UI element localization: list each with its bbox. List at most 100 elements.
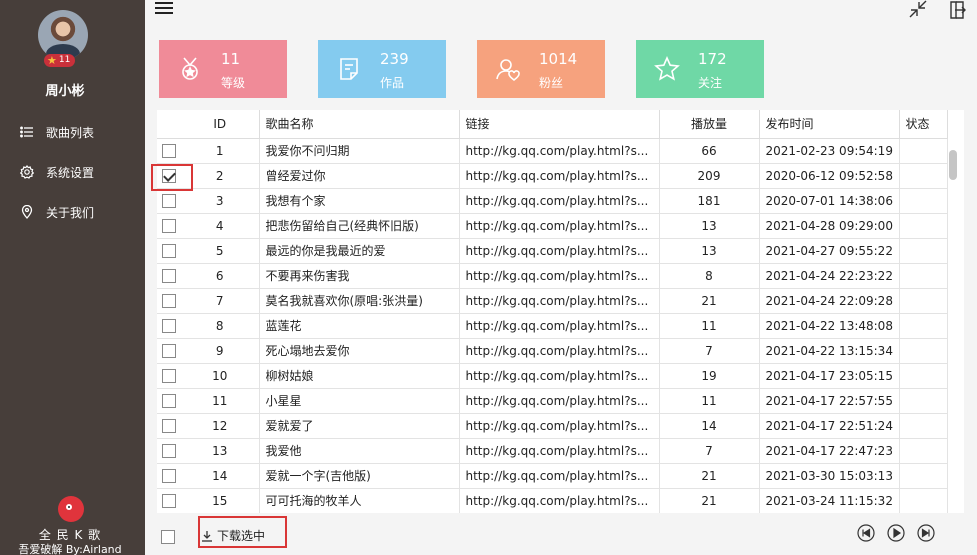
row-checkbox-cell xyxy=(157,263,181,289)
cell-link[interactable]: http://kg.qq.com/play.html?s... xyxy=(459,188,660,214)
cell-plays: 21 xyxy=(659,463,760,489)
cell-id: 11 xyxy=(181,388,260,414)
sidebar-item-settings[interactable]: 系统设置 xyxy=(0,152,145,192)
cell-song-name: 蓝莲花 xyxy=(259,313,460,339)
skip-previous-icon[interactable] xyxy=(857,524,875,542)
row-checkbox[interactable] xyxy=(162,168,176,183)
cell-link[interactable]: http://kg.qq.com/play.html?s... xyxy=(459,288,660,314)
table-row[interactable]: 10 柳树姑娘 http://kg.qq.com/play.html?s... 19 2… xyxy=(157,363,948,389)
table-row[interactable]: 4 把悲伤留给自己(经典怀旧版) http://kg.qq.com/play.htm… xyxy=(157,213,948,239)
row-checkbox[interactable] xyxy=(162,493,176,508)
row-checkbox-cell xyxy=(157,438,181,464)
header-id[interactable]: ID xyxy=(181,110,260,139)
cell-song-name: 爱就一个字(吉他版) xyxy=(259,463,460,489)
cell-status xyxy=(899,238,948,264)
row-checkbox[interactable] xyxy=(162,193,176,208)
table-row[interactable]: 13 我爱他 http://kg.qq.com/play.html?s... 7 202… xyxy=(157,438,948,464)
table-row[interactable]: 2 曾经爱过你 http://kg.qq.com/play.html?s... 209… xyxy=(157,163,948,189)
username: 周小彬 xyxy=(45,84,85,99)
cell-link[interactable]: http://kg.qq.com/play.html?s... xyxy=(459,388,660,414)
cell-plays: 7 xyxy=(659,438,760,464)
table-row[interactable]: 1 我爱你不问归期 http://kg.qq.com/play.html?s... 6… xyxy=(157,138,948,164)
row-checkbox[interactable] xyxy=(162,143,176,158)
cell-status xyxy=(899,338,948,364)
cell-link[interactable]: http://kg.qq.com/play.html?s... xyxy=(459,163,660,189)
table-row[interactable]: 6 不要再来伤害我 http://kg.qq.com/play.html?s... 8… xyxy=(157,263,948,289)
logout-icon[interactable] xyxy=(948,0,968,20)
row-checkbox[interactable] xyxy=(162,393,176,408)
table-row[interactable]: 11 小星星 http://kg.qq.com/play.html?s... 11 20… xyxy=(157,388,948,414)
row-checkbox[interactable] xyxy=(162,368,176,383)
row-checkbox[interactable] xyxy=(162,243,176,258)
scrollbar-thumb[interactable] xyxy=(949,150,957,180)
table-row[interactable]: 14 爱就一个字(吉他版) http://kg.qq.com/play.html?s… xyxy=(157,463,948,489)
sidebar-nav: 歌曲列表 系统设置 关于我们 xyxy=(0,112,145,232)
cell-plays: 19 xyxy=(659,363,760,389)
row-checkbox[interactable] xyxy=(162,418,176,433)
avatar[interactable] xyxy=(38,10,88,60)
header-status[interactable]: 状态 xyxy=(899,110,948,139)
select-all-checkbox[interactable] xyxy=(161,530,175,544)
cell-date: 2021-04-17 23:05:15 xyxy=(759,363,900,389)
vertical-scrollbar[interactable] xyxy=(948,138,958,513)
row-checkbox[interactable] xyxy=(162,293,176,308)
row-checkbox[interactable] xyxy=(162,468,176,483)
header-date[interactable]: 发布时间 xyxy=(759,110,900,139)
skip-next-icon[interactable] xyxy=(917,524,935,542)
cell-link[interactable]: http://kg.qq.com/play.html?s... xyxy=(459,213,660,239)
cell-status xyxy=(899,138,948,164)
cell-plays: 7 xyxy=(659,338,760,364)
collapse-icon[interactable] xyxy=(908,0,928,20)
star-icon: ★ xyxy=(47,54,57,67)
cell-date: 2020-07-01 14:38:06 xyxy=(759,188,900,214)
stat-label: 等级 xyxy=(221,76,246,90)
cell-link[interactable]: http://kg.qq.com/play.html?s... xyxy=(459,313,660,339)
cell-link[interactable]: http://kg.qq.com/play.html?s... xyxy=(459,338,660,364)
play-icon[interactable] xyxy=(887,524,905,542)
cell-status xyxy=(899,388,948,414)
table-row[interactable]: 15 可可托海的牧羊人 http://kg.qq.com/play.html?s..… xyxy=(157,488,948,513)
cell-link[interactable]: http://kg.qq.com/play.html?s... xyxy=(459,263,660,289)
row-checkbox[interactable] xyxy=(162,218,176,233)
hamburger-line xyxy=(155,7,173,9)
cell-status xyxy=(899,163,948,189)
cell-id: 6 xyxy=(181,263,260,289)
credit-text: 吾爱破解 By:Airland xyxy=(18,543,122,555)
table-row[interactable]: 12 爱就爱了 http://kg.qq.com/play.html?s... 14 2… xyxy=(157,413,948,439)
table-row[interactable]: 9 死心塌地去爱你 http://kg.qq.com/play.html?s... 7… xyxy=(157,338,948,364)
cell-link[interactable]: http://kg.qq.com/play.html?s... xyxy=(459,413,660,439)
table-row[interactable]: 8 蓝莲花 http://kg.qq.com/play.html?s... 11 202… xyxy=(157,313,948,339)
cell-link[interactable]: http://kg.qq.com/play.html?s... xyxy=(459,238,660,264)
row-checkbox-cell xyxy=(157,188,181,214)
header-checkbox-cell xyxy=(157,110,181,139)
sidebar-item-about[interactable]: 关于我们 xyxy=(0,192,145,232)
menu-toggle-button[interactable] xyxy=(155,0,173,16)
cell-link[interactable]: http://kg.qq.com/play.html?s... xyxy=(459,138,660,164)
row-checkbox[interactable] xyxy=(162,268,176,283)
header-song-name[interactable]: 歌曲名称 xyxy=(259,110,460,139)
sidebar-item-song-list[interactable]: 歌曲列表 xyxy=(0,112,145,152)
cell-date: 2021-03-30 15:03:13 xyxy=(759,463,900,489)
row-checkbox-cell xyxy=(157,363,181,389)
cell-plays: 21 xyxy=(659,288,760,314)
table-row[interactable]: 5 最远的你是我最近的爱 http://kg.qq.com/play.html?s.… xyxy=(157,238,948,264)
cell-id: 4 xyxy=(181,213,260,239)
cell-link[interactable]: http://kg.qq.com/play.html?s... xyxy=(459,488,660,513)
header-plays[interactable]: 播放量 xyxy=(659,110,760,139)
cell-status xyxy=(899,263,948,289)
cell-song-name: 曾经爱过你 xyxy=(259,163,460,189)
table-row[interactable]: 7 莫名我就喜欢你(原唱:张洪量) http://kg.qq.com/play.ht… xyxy=(157,288,948,314)
cell-status xyxy=(899,438,948,464)
row-checkbox[interactable] xyxy=(162,343,176,358)
table-row[interactable]: 3 我想有个家 http://kg.qq.com/play.html?s... 181… xyxy=(157,188,948,214)
cell-link[interactable]: http://kg.qq.com/play.html?s... xyxy=(459,438,660,464)
row-checkbox[interactable] xyxy=(162,318,176,333)
download-selected-button[interactable]: 下载选中 xyxy=(201,527,265,544)
header-link[interactable]: 链接 xyxy=(459,110,660,139)
stat-label: 粉丝 xyxy=(539,76,564,90)
row-checkbox-cell xyxy=(157,313,181,339)
cell-link[interactable]: http://kg.qq.com/play.html?s... xyxy=(459,363,660,389)
cell-id: 15 xyxy=(181,488,260,513)
row-checkbox[interactable] xyxy=(162,443,176,458)
cell-link[interactable]: http://kg.qq.com/play.html?s... xyxy=(459,463,660,489)
